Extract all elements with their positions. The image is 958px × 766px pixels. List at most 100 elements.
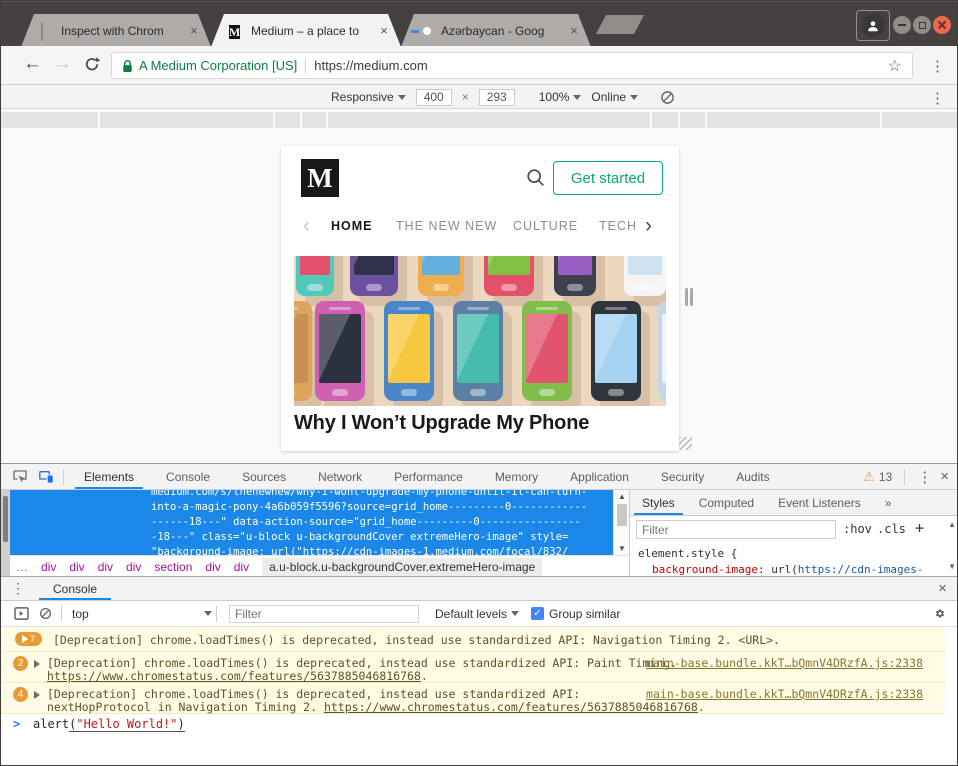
breadcrumb-item[interactable]: div [205,560,220,574]
new-style-rule-button[interactable]: + [915,519,924,537]
url-link[interactable]: https://www.chromestatus.com/features/56… [47,669,421,683]
source-link[interactable]: main-base.bundle.kkT…bQmnV4DRzfA.js:2338 [646,656,923,670]
devtools-tab-application[interactable]: Application [561,464,638,489]
viewport-resize-handle[interactable] [685,288,694,306]
browser-menu-icon[interactable]: ⋮ [930,57,945,75]
devtools-menu-icon[interactable]: ⋮ [917,468,932,486]
tab-close-icon[interactable]: × [567,23,581,38]
devtools-close-icon[interactable]: × [940,468,949,485]
elements-tree-selected-node[interactable]: medium.com/s/thenewnew/why-i-wont-upgrad… [10,490,613,555]
breadcrumb-item[interactable]: section [154,560,192,574]
get-started-button[interactable]: Get started [553,161,663,195]
profile-avatar-button[interactable] [856,10,890,41]
nav-item-the-new-new[interactable]: THE NEW NEW [396,219,497,233]
console-input-row[interactable]: > alert("Hello World!") [1,714,957,736]
url-link[interactable]: https://www.chromestatus.com/features/56… [324,700,698,714]
hov-toggle[interactable]: :hov [843,522,872,536]
console-input-text[interactable]: alert("Hello World!") [33,717,185,732]
medium-logo[interactable]: M [301,159,339,197]
tab-event-listeners[interactable]: Event Listeners [770,490,869,515]
back-icon[interactable]: ← [23,53,42,75]
viewport-height-input[interactable] [478,88,515,106]
breadcrumb-selected[interactable]: a.u-block.u-backgroundCover.extremeHero-… [262,557,543,576]
nav-item-home[interactable]: HOME [331,219,373,233]
viewport-width-input[interactable] [415,88,452,106]
warnings-badge[interactable]: ⚠ 13 [863,469,892,485]
tab-console[interactable]: Console [39,577,112,600]
console-filter-input[interactable] [229,604,419,623]
nav-chevron-left-icon[interactable]: ‹ [303,214,310,238]
breadcrumb-item[interactable]: div [69,560,84,574]
zoom-dropdown[interactable]: 100% [539,90,582,104]
window-minimize-button[interactable] [893,16,911,34]
expand-icon[interactable] [34,660,40,668]
tab-close-icon[interactable]: × [377,23,391,38]
no-throttle-icon[interactable] [660,90,675,105]
browser-tab-2-active[interactable]: M Medium – a place to × [211,14,401,47]
devtools-tab-memory[interactable]: Memory [486,464,547,489]
execution-context-dropdown[interactable]: top [72,607,212,621]
nav-item-culture[interactable]: CULTURE [513,219,578,233]
breadcrumb-item[interactable]: div [41,560,56,574]
devtools-tab-network[interactable]: Network [309,464,371,489]
devtools-tab-elements[interactable]: Elements [75,464,144,489]
throttling-dropdown[interactable]: Online [591,90,639,104]
elements-left-scrollbar[interactable] [1,490,10,577]
window-maximize-button[interactable] [913,16,931,34]
styles-rule[interactable]: element.style { background-image: url(ht… [630,544,957,576]
devtools-tab-security[interactable]: Security [652,464,713,489]
devtools-tab-audits[interactable]: Audits [727,464,778,489]
expand-icon[interactable] [34,691,40,699]
address-bar[interactable]: A Medium Corporation [US] https://medium… [111,52,913,79]
group-count-badge[interactable]: 7 [15,632,42,646]
nav-chevron-right-icon[interactable]: › [645,214,652,238]
viewport-corner-resize-handle[interactable] [679,437,692,450]
devtools-tab-performance[interactable]: Performance [385,464,472,489]
console-warning-group[interactable]: 7 [Deprecation] chrome.loadTimes() is de… [1,627,957,652]
device-type-dropdown[interactable]: Responsive [331,90,406,104]
cls-toggle[interactable]: .cls [877,522,906,536]
console-warning[interactable]: 2 [Deprecation] chrome.loadTimes() is de… [1,652,957,683]
log-levels-dropdown[interactable]: Default levels [435,607,520,621]
more-tabs-icon[interactable]: » [877,490,900,515]
reload-icon[interactable] [83,56,101,79]
drawer-menu-icon[interactable]: ⋮ [11,580,25,597]
console-sidebar-icon[interactable] [9,603,33,625]
nav-item-tech[interactable]: TECH [599,219,637,233]
tab-computed[interactable]: Computed [691,490,762,515]
hero-image-phones[interactable] [294,256,666,406]
scroll-up-icon[interactable]: ▲ [614,492,630,501]
console-warning[interactable]: 4 [Deprecation] chrome.loadTimes() is de… [1,683,957,714]
element-style-selector[interactable]: element.style { [630,544,957,560]
security-chip[interactable]: A Medium Corporation [US] [122,58,297,73]
inspect-element-icon[interactable] [7,465,33,489]
scroll-down-icon[interactable]: ▼ [614,544,630,553]
console-settings-gear-icon[interactable] [935,603,957,625]
forward-icon[interactable]: → [53,53,72,75]
styles-filter-input[interactable] [636,520,836,539]
devtools-tab-console[interactable]: Console [157,464,219,489]
css-value-link[interactable]: https://cdn-images- [798,563,924,576]
browser-tab-3[interactable]: Azərbaycan - Goog × [401,14,591,47]
breadcrumb-item[interactable]: div [234,560,249,574]
devtools-tab-sources[interactable]: Sources [233,464,295,489]
css-property[interactable]: background-image [652,563,758,576]
search-icon[interactable] [525,167,547,189]
elements-scrollbar[interactable]: ▲ ▼ [613,490,629,555]
scroll-down-icon[interactable]: ▼ [948,562,956,571]
toggle-device-toolbar-icon[interactable] [33,465,59,489]
breadcrumb-item[interactable]: div [98,560,113,574]
browser-tab-1[interactable]: Inspect with Chrom × [21,14,211,47]
device-toolbar-menu-icon[interactable]: ⋮ [930,89,945,107]
article-headline[interactable]: Why I Won’t Upgrade My Phone [294,412,589,435]
bookmark-star-icon[interactable]: ☆ [888,56,902,76]
tab-styles[interactable]: Styles [634,490,683,515]
scroll-up-icon[interactable]: ▲ [948,520,956,529]
drawer-close-icon[interactable]: × [938,580,957,597]
url-text[interactable]: https://medium.com [314,58,879,73]
scrollbar-thumb[interactable] [617,504,627,526]
window-close-button[interactable] [933,16,951,34]
new-tab-button[interactable] [595,15,645,34]
tab-close-icon[interactable]: × [187,23,201,38]
breadcrumb-item[interactable]: div [126,560,141,574]
